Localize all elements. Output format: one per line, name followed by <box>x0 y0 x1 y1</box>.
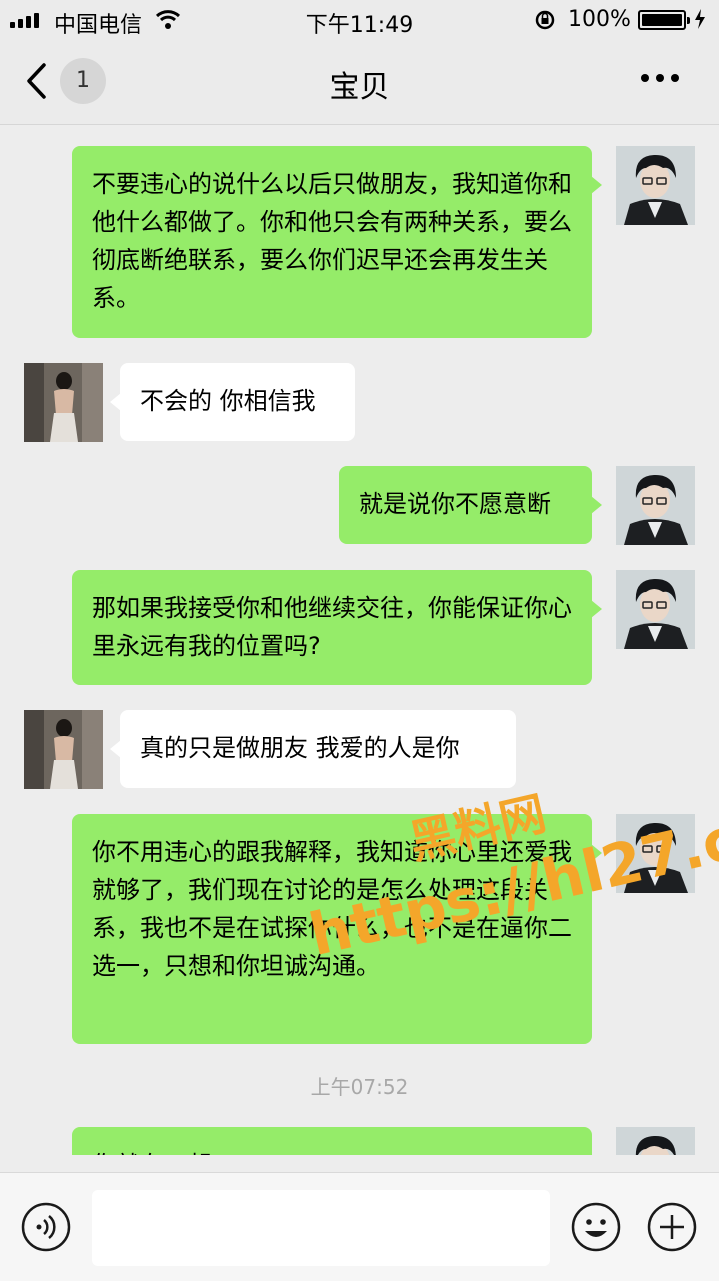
contact-avatar[interactable] <box>24 363 103 442</box>
message-list[interactable]: 不要违心的说什么以后只做朋友，我知道你和他什么都做了。你和他只会有两种关系，要么… <box>0 125 719 1155</box>
input-bar <box>0 1172 719 1281</box>
contact-avatar[interactable] <box>24 710 103 789</box>
my-avatar[interactable] <box>616 1127 695 1155</box>
message-bubble-outgoing[interactable]: 你就在一起… <box>72 1127 592 1155</box>
battery-icon <box>638 10 690 30</box>
message-timestamp: 上午07:52 <box>310 1075 409 1099</box>
my-avatar[interactable] <box>616 466 695 545</box>
message-bubble-incoming[interactable]: 真的只是做朋友 我爱的人是你 <box>110 710 516 788</box>
status-bar: 中国电信 下午11:49 100% <box>0 0 719 40</box>
chat-title: 宝贝 <box>329 70 390 105</box>
emoji-icon[interactable] <box>570 1201 622 1253</box>
my-avatar[interactable] <box>616 814 695 893</box>
lock-rotation-icon <box>535 10 555 30</box>
my-avatar[interactable] <box>616 570 695 649</box>
message-bubble-outgoing[interactable]: 你不用违心的跟我解释，我知道你心里还爱我就够了，我们现在讨论的是怎么处理这段关系… <box>72 814 602 1044</box>
message-bubble-outgoing[interactable]: 不要违心的说什么以后只做朋友，我知道你和他什么都做了。你和他只会有两种关系，要么… <box>72 146 602 338</box>
message-bubble-incoming[interactable]: 不会的 你相信我 <box>110 363 355 441</box>
message-bubble-outgoing[interactable]: 那如果我接受你和他继续交往，你能保证你心里永远有我的位置吗? <box>72 570 602 685</box>
more-dots-icon[interactable] <box>640 72 680 84</box>
chat-header: 1 宝贝 <box>0 40 719 125</box>
message-input[interactable] <box>92 1190 550 1266</box>
battery-percent: 100% <box>568 7 631 32</box>
voice-icon[interactable] <box>20 1201 72 1253</box>
my-avatar[interactable] <box>616 146 695 225</box>
charging-bolt-icon <box>695 9 705 29</box>
message-bubble-outgoing[interactable]: 就是说你不愿意断 <box>339 466 602 544</box>
plus-icon[interactable] <box>646 1201 698 1253</box>
